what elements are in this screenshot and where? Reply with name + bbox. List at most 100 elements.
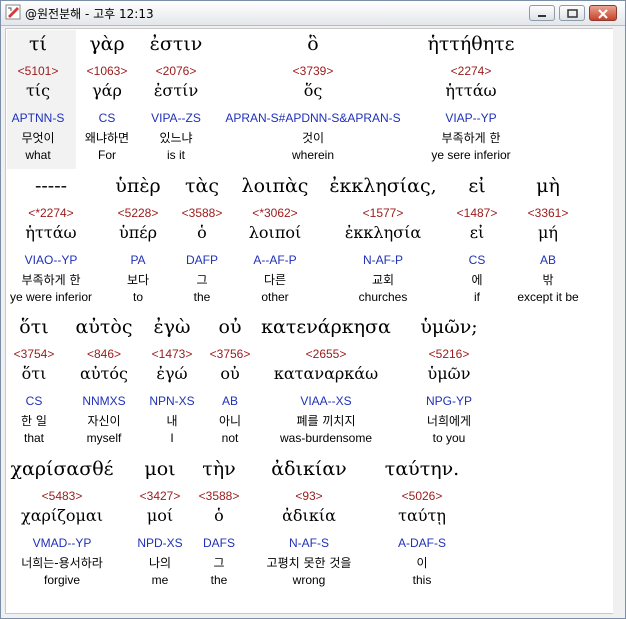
greek-word[interactable]: μὴ xyxy=(536,175,560,197)
lemma: ὑμῶν xyxy=(427,364,471,383)
lemma: αὐτός xyxy=(80,364,128,383)
greek-word[interactable]: τί xyxy=(29,33,47,55)
greek-word[interactable]: ὃ xyxy=(307,33,318,55)
strong-number: <846> xyxy=(86,347,122,361)
greek-word[interactable]: μοι xyxy=(144,458,175,480)
parsing-code: AB xyxy=(221,394,239,408)
korean-gloss: 다른 xyxy=(263,273,287,287)
strong-number: <3756> xyxy=(209,347,251,361)
lemma: λοιποί xyxy=(248,223,302,242)
parsing-code: NPG-YP xyxy=(425,394,473,408)
english-gloss: what xyxy=(25,148,51,162)
lemma: ὅς xyxy=(303,81,323,100)
strong-number: <5101> xyxy=(17,64,59,78)
english-gloss: if xyxy=(474,290,480,304)
greek-word[interactable]: αὐτὸς xyxy=(76,316,133,338)
maximize-button[interactable] xyxy=(559,5,585,21)
korean-gloss: 고평치 못한 것을 xyxy=(266,556,352,570)
lemma: ἡττάω xyxy=(25,223,77,242)
strong-number: <*2274> xyxy=(28,206,74,220)
korean-gloss: 있느냐 xyxy=(159,131,193,145)
greek-word[interactable]: ἐκκλησίας, xyxy=(329,175,436,197)
parsing-code: NPD-XS xyxy=(137,536,183,550)
korean-gloss: 이 xyxy=(416,556,428,570)
parsing-code: A--AF-P xyxy=(253,253,297,267)
english-gloss: was-burdensome xyxy=(279,431,373,445)
strong-number: <1473> xyxy=(151,347,193,361)
greek-word[interactable]: οὐ xyxy=(219,316,242,338)
interlinear-panel: τί <5101> τίς APTNN-S 무엇이 what γὰρ <1063> γάρ CS 왜… xyxy=(5,28,614,614)
parsing-code: VMAD--YP xyxy=(32,536,92,550)
parsing-code: CS xyxy=(25,394,43,408)
greek-word[interactable]: ὅτι xyxy=(19,316,48,338)
strong-number: <3754> xyxy=(13,347,55,361)
greek-word[interactable]: ----- xyxy=(35,175,67,197)
maximize-icon xyxy=(567,9,578,18)
lemma: ἀδικία xyxy=(282,506,336,525)
english-gloss: I xyxy=(170,431,174,445)
korean-gloss: 한 일 xyxy=(21,414,47,428)
english-gloss: the xyxy=(210,573,228,587)
korean-gloss: 아니 xyxy=(218,414,242,428)
greek-word[interactable]: ἡττήθητε xyxy=(428,33,515,55)
greek-word[interactable]: εἰ xyxy=(468,175,485,197)
english-gloss: me xyxy=(151,573,169,587)
lemma: μή xyxy=(538,223,558,242)
greek-word[interactable]: ὑμῶν; xyxy=(420,316,477,338)
minimize-button[interactable] xyxy=(529,5,555,21)
greek-word[interactable]: χαρίσασθέ xyxy=(10,458,113,480)
english-gloss: not xyxy=(221,431,239,445)
greek-word[interactable]: τὴν xyxy=(202,458,235,480)
greek-word[interactable]: ἐστιν xyxy=(150,33,203,55)
lemma: ταύτῃ xyxy=(398,506,446,525)
title-bar[interactable]: @원전분해 - 고후 12:13 xyxy=(1,1,625,26)
parsing-code: DAFP xyxy=(185,253,219,267)
korean-gloss: 밖 xyxy=(542,273,554,287)
strong-number: <2274> xyxy=(450,64,492,78)
scrollbar[interactable] xyxy=(613,28,623,614)
lemma: χαρίζομαι xyxy=(21,506,103,525)
strong-number: <5228> xyxy=(117,206,159,220)
parsing-code: N-AF-P xyxy=(363,253,403,267)
greek-word[interactable]: ταύτην. xyxy=(385,458,459,480)
lemma: τίς xyxy=(25,81,51,100)
greek-word[interactable]: τὰς xyxy=(185,175,219,197)
greek-word[interactable]: ἐγὼ xyxy=(153,316,190,338)
parsing-code: VIPA--ZS xyxy=(151,111,201,125)
korean-gloss: 무엇이 xyxy=(21,131,55,145)
strong-number: <2655> xyxy=(305,347,347,361)
strong-number: <3361> xyxy=(527,206,569,220)
lemma: ἐγώ xyxy=(156,364,188,383)
lemma: ἡττάω xyxy=(445,81,497,100)
parsing-code: CS xyxy=(468,253,486,267)
window-title: @원전분해 - 고후 12:13 xyxy=(25,7,154,21)
app-window: @원전분해 - 고후 12:13 τί <5101> τίς APTNN-S 무엇이 wh… xyxy=(0,0,626,619)
english-gloss: other xyxy=(261,290,289,304)
english-gloss: that xyxy=(23,431,45,445)
greek-word[interactable]: ὑπὲρ xyxy=(115,175,160,197)
korean-gloss: 폐를 끼치지 xyxy=(296,414,356,428)
greek-word[interactable]: γὰρ xyxy=(89,33,124,55)
lemma: γάρ xyxy=(92,81,122,100)
greek-word[interactable]: ἀδικίαν xyxy=(271,458,346,480)
parsing-code: N-AF-S xyxy=(289,536,329,550)
parsing-code: PA xyxy=(130,253,146,267)
strong-number: <5216> xyxy=(428,347,470,361)
parsing-code: NPN-XS xyxy=(149,394,195,408)
lemma: οὐ xyxy=(220,364,240,383)
korean-gloss: 내 xyxy=(166,414,178,428)
strong-number: <3588> xyxy=(181,206,223,220)
strong-number: <1577> xyxy=(362,206,404,220)
lemma: καταναρκάω xyxy=(273,364,379,383)
close-button[interactable] xyxy=(589,5,617,21)
minimize-icon xyxy=(538,15,546,17)
parsing-code: APRAN-S#APDNN-S&APRAN-S xyxy=(225,111,401,125)
parsing-code: VIAA--XS xyxy=(300,394,352,408)
strong-number: <3427> xyxy=(139,489,181,503)
english-gloss: myself xyxy=(86,431,122,445)
lemma: ἐκκλησία xyxy=(344,223,422,242)
parsing-code: AB xyxy=(539,253,557,267)
greek-word[interactable]: κατενάρκησα xyxy=(261,316,391,338)
strong-number: <3588> xyxy=(198,489,240,503)
greek-word[interactable]: λοιπὰς xyxy=(242,175,309,197)
